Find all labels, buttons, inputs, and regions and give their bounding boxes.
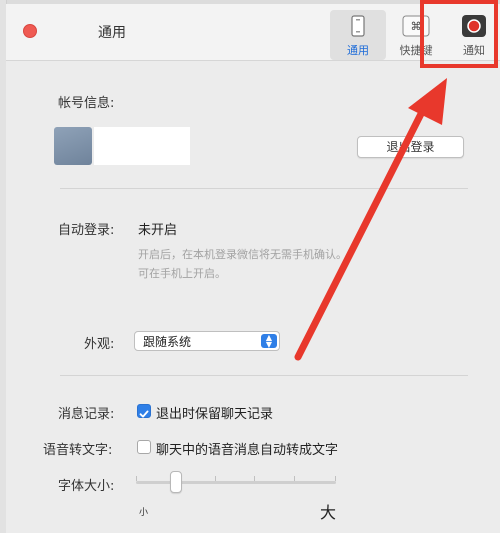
- auto-login-status: 未开启: [138, 223, 178, 238]
- tab-general-label: 通用: [347, 44, 369, 57]
- font-size-max-label: 大: [320, 503, 337, 522]
- divider: [60, 375, 468, 376]
- avatar: [54, 127, 92, 165]
- settings-panel: 帐号信息: 退出登录 自动登录: 未开启 开启后，在本机登录微信将无需手机确认。…: [6, 61, 500, 533]
- voice-to-text-checkbox[interactable]: [137, 440, 151, 454]
- tab-general[interactable]: 通用: [330, 10, 386, 60]
- auto-login-hint-line1: 开启后，在本机登录微信将无需手机确认。: [138, 248, 347, 261]
- auto-login-label: 自动登录:: [58, 223, 115, 238]
- slider-tick: [215, 476, 216, 481]
- font-size-label: 字体大小:: [58, 479, 115, 494]
- keep-history-checkbox[interactable]: [137, 404, 151, 418]
- annotation-highlight-box: [420, 0, 498, 68]
- phone-icon: [343, 12, 373, 40]
- slider-tick: [294, 476, 295, 481]
- auto-login-hint-line2: 可在手机上开启。: [138, 267, 226, 280]
- select-arrows-icon: ▲ ▼: [261, 334, 277, 349]
- logout-button[interactable]: 退出登录: [357, 136, 464, 158]
- slider-tick: [254, 476, 255, 481]
- divider: [60, 188, 468, 189]
- auto-login-hint: 开启后，在本机登录微信将无需手机确认。 可在手机上开启。: [138, 245, 458, 283]
- font-size-slider-knob[interactable]: [170, 471, 182, 493]
- font-size-min-label: 小: [139, 508, 149, 518]
- slider-tick: [136, 476, 137, 481]
- voice-to-text-option[interactable]: 聊天中的语音消息自动转成文字: [156, 439, 338, 458]
- window-close-button[interactable]: [23, 24, 37, 38]
- message-record-label: 消息记录:: [58, 407, 115, 422]
- appearance-label: 外观:: [84, 337, 115, 352]
- checkmark-icon: [139, 410, 149, 418]
- font-size-slider-track[interactable]: [136, 481, 336, 484]
- appearance-select[interactable]: 跟随系统 ▲ ▼: [134, 331, 280, 351]
- account-label: 帐号信息:: [58, 96, 115, 111]
- keep-history-option[interactable]: 退出时保留聊天记录: [156, 403, 273, 422]
- window-title: 通用: [98, 25, 126, 41]
- appearance-select-value: 跟随系统: [143, 335, 192, 349]
- slider-tick: [335, 476, 336, 481]
- account-name-box: [94, 127, 190, 165]
- voice-to-text-label: 语音转文字:: [43, 443, 113, 458]
